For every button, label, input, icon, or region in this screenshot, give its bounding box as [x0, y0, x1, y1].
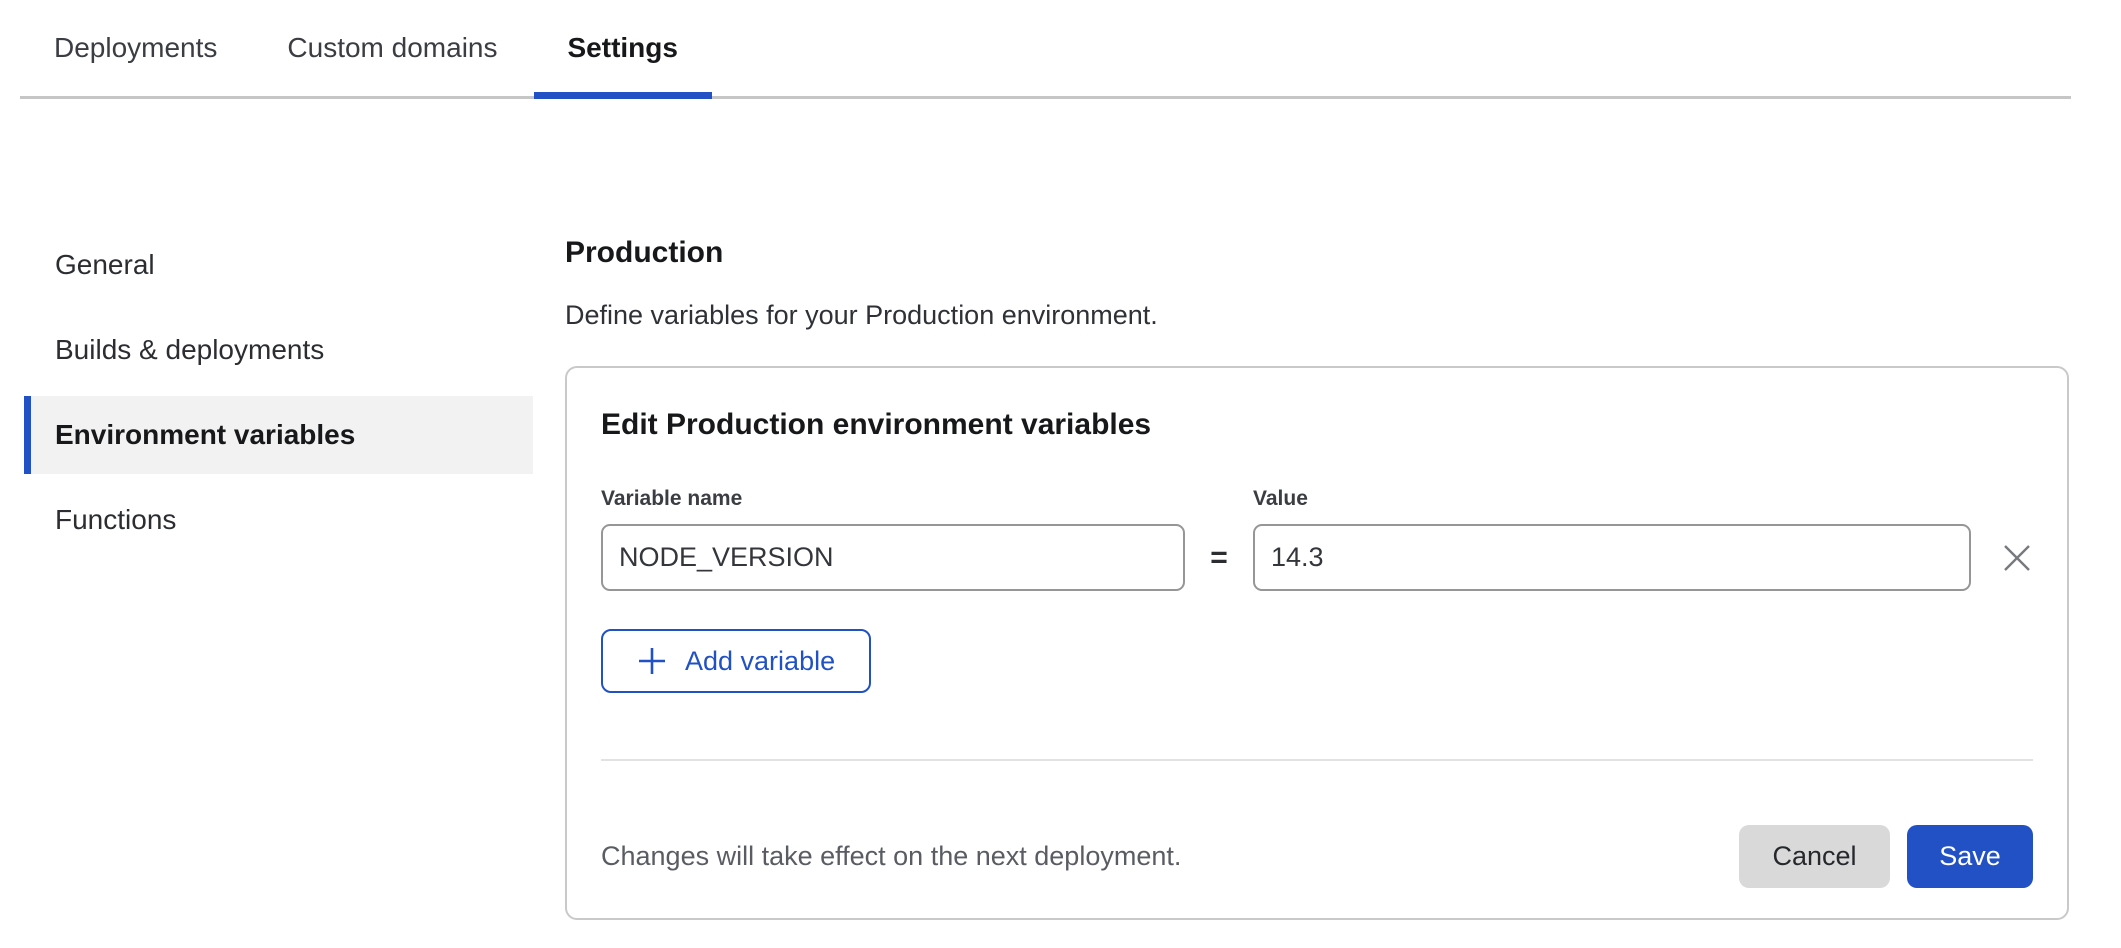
- variable-row: =: [601, 524, 2033, 591]
- variable-name-label: Variable name: [601, 487, 742, 510]
- sidebar-item-general[interactable]: General: [24, 226, 533, 304]
- tab-label: Settings: [568, 32, 678, 64]
- sidebar-item-label: Environment variables: [55, 419, 355, 451]
- tab-label: Deployments: [54, 32, 217, 64]
- card-footer: Changes will take effect on the next dep…: [601, 825, 2033, 888]
- card-divider: [601, 759, 2033, 761]
- settings-layout: General Builds & deployments Environment…: [0, 99, 2121, 920]
- sidebar-item-label: Functions: [55, 504, 176, 536]
- tab-label: Custom domains: [287, 32, 497, 64]
- footer-buttons: Cancel Save: [1739, 825, 2033, 888]
- sidebar-item-environment-variables[interactable]: Environment variables: [24, 396, 533, 474]
- tab-bar: Deployments Custom domains Settings: [20, 0, 2071, 99]
- variable-value-input[interactable]: [1253, 524, 1971, 591]
- settings-sidebar: General Builds & deployments Environment…: [24, 226, 533, 566]
- variable-name-input[interactable]: [601, 524, 1185, 591]
- remove-variable-button[interactable]: [1995, 536, 2039, 580]
- footer-note: Changes will take effect on the next dep…: [601, 841, 1181, 872]
- add-variable-button[interactable]: Add variable: [601, 629, 871, 693]
- tab-settings[interactable]: Settings: [534, 0, 712, 96]
- equals-sign: =: [1185, 541, 1253, 575]
- tab-deployments[interactable]: Deployments: [20, 0, 251, 96]
- sidebar-item-label: Builds & deployments: [55, 334, 324, 366]
- main-content: Production Define variables for your Pro…: [565, 235, 2069, 920]
- card-title: Edit Production environment variables: [601, 406, 2033, 444]
- sidebar-item-functions[interactable]: Functions: [24, 481, 533, 559]
- sidebar-item-builds-deployments[interactable]: Builds & deployments: [24, 311, 533, 389]
- close-icon: [2001, 542, 2033, 574]
- plus-icon: [637, 646, 667, 676]
- add-variable-label: Add variable: [685, 646, 835, 677]
- env-vars-card: Edit Production environment variables Va…: [565, 366, 2069, 920]
- tab-custom-domains[interactable]: Custom domains: [253, 0, 531, 96]
- page-subtitle: Define variables for your Production env…: [565, 299, 2069, 331]
- save-button[interactable]: Save: [1907, 825, 2033, 888]
- field-labels-row: Variable name Value: [601, 486, 2033, 512]
- cancel-button[interactable]: Cancel: [1739, 825, 1890, 888]
- sidebar-item-label: General: [55, 249, 155, 281]
- value-label: Value: [1253, 487, 1308, 510]
- page-title: Production: [565, 235, 2069, 271]
